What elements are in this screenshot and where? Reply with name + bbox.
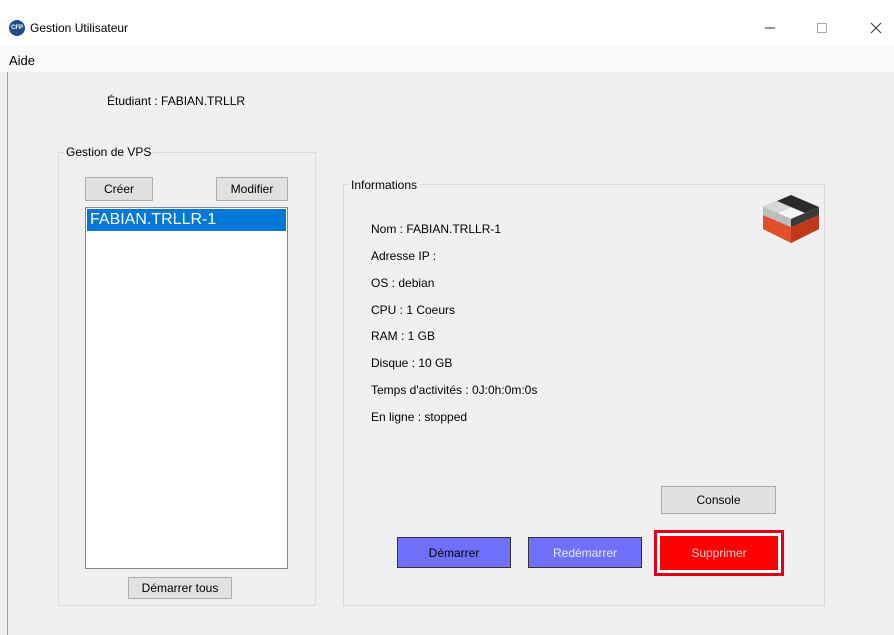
window-left-border (7, 72, 8, 635)
create-button[interactable]: Créer (85, 177, 153, 201)
menu-item-aide[interactable]: Aide (9, 53, 35, 68)
delete-button[interactable]: Supprimer (660, 536, 778, 570)
console-button[interactable]: Console (661, 486, 776, 514)
app-logo-icon: CFP (9, 20, 25, 36)
minimize-icon[interactable] (750, 14, 790, 42)
title-bar: CFP Gestion Utilisateur (0, 0, 894, 46)
info-name: Nom : FABIAN.TRLLR-1 (371, 222, 502, 236)
info-ram: RAM : 1 GB (371, 329, 436, 343)
start-button[interactable]: Démarrer (397, 537, 511, 568)
window-title: Gestion Utilisateur (30, 21, 129, 35)
start-all-button[interactable]: Démarrer tous (128, 577, 232, 599)
info-os: OS : debian (371, 276, 435, 290)
vps-listbox[interactable]: FABIAN.TRLLR-1 (85, 207, 288, 569)
info-group-title: Informations (349, 178, 420, 192)
vps-group-title: Gestion de VPS (64, 145, 154, 159)
info-uptime: Temps d'activités : 0J:0h:0m:0s (371, 383, 538, 397)
delete-button-focus-ring[interactable]: Supprimer (654, 530, 784, 576)
menu-bar: Aide (0, 46, 894, 72)
student-label: Étudiant : FABIAN.TRLLR (107, 94, 246, 108)
info-disk: Disque : 10 GB (371, 356, 453, 370)
info-cpu: CPU : 1 Coeurs (371, 303, 456, 317)
close-icon[interactable] (856, 14, 894, 42)
restart-button[interactable]: Redémarrer (528, 537, 642, 568)
maximize-icon[interactable] (802, 14, 842, 42)
server-blocks-icon (759, 193, 823, 245)
modify-button[interactable]: Modifier (216, 177, 288, 201)
info-online-status: En ligne : stopped (371, 410, 468, 424)
list-item[interactable]: FABIAN.TRLLR-1 (87, 209, 286, 231)
info-ip: Adresse IP : (371, 249, 437, 263)
